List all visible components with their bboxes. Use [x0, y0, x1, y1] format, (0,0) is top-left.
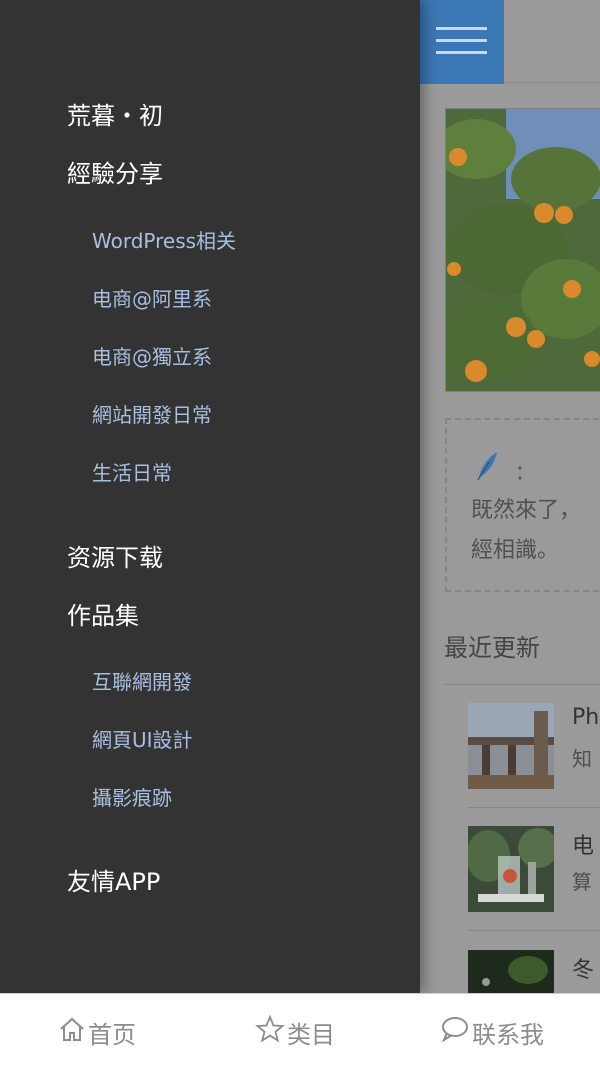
menu-downloads[interactable]: 资源下载 [67, 538, 163, 573]
menu-item-wordpress[interactable]: WordPress相关 [92, 225, 236, 254]
star-icon [255, 1014, 287, 1050]
post-title[interactable]: 电 [572, 828, 594, 860]
post-snippet: 知 [572, 747, 592, 771]
nav-categories-label: 类目 [287, 1020, 335, 1049]
nav-home-label: 首页 [88, 1020, 136, 1049]
side-drawer: 荒暮・初 經驗分享 WordPress相关 电商@阿里系 电商@獨立系 網站開發… [0, 0, 420, 993]
main-content: ： 既然來了， 經相識。 最近更新 Ph 知 电 算 冬 [420, 0, 600, 993]
divider [444, 684, 600, 685]
notice-colon: ： [515, 460, 535, 484]
menu-friends-app[interactable]: 友情APP [67, 862, 160, 897]
chat-bubble-icon [440, 1015, 472, 1049]
nav-categories-button[interactable]: 类目 [255, 1012, 335, 1052]
menu-toggle-button[interactable] [420, 0, 504, 84]
bottom-navigation: 首页 类目 联系我 [0, 993, 600, 1068]
notice-text-line-2: 經相識。 [471, 538, 560, 563]
post-title[interactable]: 冬 [572, 952, 594, 984]
menu-item-photography[interactable]: 攝影痕跡 [92, 782, 172, 811]
post-snippet: 算 [572, 870, 592, 894]
welcome-notice: ： 既然來了， 經相識。 [445, 418, 600, 592]
menu-item-ecommerce-alibaba[interactable]: 电商@阿里系 [92, 283, 212, 312]
menu-item-web-dev-daily[interactable]: 網站開發日常 [92, 399, 212, 428]
home-icon [58, 1015, 88, 1049]
menu-item-internet-dev[interactable]: 互聯網開發 [92, 666, 192, 695]
divider [468, 807, 600, 808]
top-bar [420, 0, 600, 84]
post-thumbnail[interactable] [468, 826, 554, 912]
menu-item-web-ui-design[interactable]: 網頁UI設計 [92, 724, 193, 753]
menu-experience[interactable]: 經驗分享 [67, 154, 163, 189]
divider [468, 930, 600, 931]
post-thumbnail[interactable] [468, 950, 554, 993]
nav-contact-button[interactable]: 联系我 [440, 1012, 544, 1052]
hero-image[interactable] [445, 108, 600, 392]
feather-icon [475, 450, 499, 486]
menu-item-ecommerce-independent[interactable]: 电商@獨立系 [92, 341, 212, 370]
menu-item-life-daily[interactable]: 生活日常 [92, 457, 172, 486]
site-title[interactable]: 荒暮・初 [67, 96, 163, 131]
notice-text-line-1: 既然來了， [471, 498, 582, 523]
nav-home-button[interactable]: 首页 [58, 1012, 136, 1052]
menu-portfolio[interactable]: 作品集 [67, 596, 139, 631]
nav-contact-label: 联系我 [472, 1020, 544, 1049]
post-title[interactable]: Ph [572, 705, 599, 730]
recent-updates-heading: 最近更新 [444, 634, 540, 662]
post-thumbnail[interactable] [468, 703, 554, 789]
